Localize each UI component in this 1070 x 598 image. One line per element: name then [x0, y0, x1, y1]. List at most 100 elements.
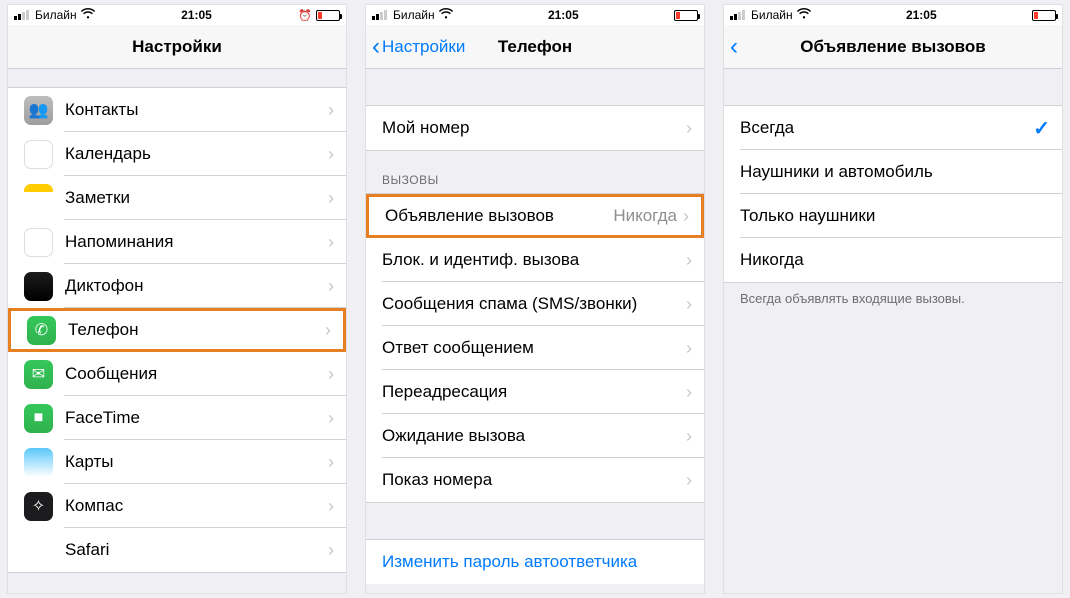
wifi-icon	[797, 8, 811, 22]
status-bar: Билайн 21:05 ⏰	[8, 5, 346, 25]
settings-row-reminders[interactable]: Напоминания›	[8, 220, 346, 264]
back-button[interactable]: ‹ Настройки	[372, 25, 465, 68]
chevron-right-icon: ›	[686, 470, 692, 491]
wifi-icon	[81, 8, 95, 22]
check-icon: ✓	[1033, 116, 1050, 141]
battery-icon	[316, 10, 340, 21]
announce-option[interactable]: Никогда	[724, 238, 1062, 282]
row-label: Сообщения	[65, 364, 328, 384]
voicemail-link-label: Изменить пароль автоответчика	[382, 552, 637, 571]
row-label: Календарь	[65, 144, 328, 164]
my-number-group: Мой номер ›	[366, 105, 704, 151]
settings-row-compass[interactable]: ✧Компас›	[8, 484, 346, 528]
back-label: Настройки	[382, 37, 465, 57]
row-detail: Никогда	[613, 206, 677, 226]
page-title: Телефон	[498, 37, 572, 57]
battery-icon	[1032, 10, 1056, 21]
screen-announce-calls: Билайн 21:05 ‹ Объявление вызовов Всегда…	[723, 4, 1063, 594]
calls-row[interactable]: Объявление вызововНикогда ›	[366, 194, 704, 238]
back-button[interactable]: ‹	[730, 25, 740, 68]
battery-icon	[674, 10, 698, 21]
status-bar: Билайн 21:05	[724, 5, 1062, 25]
announce-option[interactable]: Всегда✓	[724, 106, 1062, 150]
chevron-right-icon: ›	[328, 188, 334, 209]
carrier-label: Билайн	[751, 8, 793, 22]
signal-icon	[372, 10, 387, 20]
row-label: Сообщения спама (SMS/звонки)	[382, 294, 686, 314]
row-label: Переадресация	[382, 382, 686, 402]
chevron-right-icon: ›	[328, 452, 334, 473]
settings-row-messages[interactable]: ✉︎Сообщения›	[8, 352, 346, 396]
calls-row[interactable]: Ожидание вызова›	[366, 414, 704, 458]
nav-bar: ‹ Объявление вызовов	[724, 25, 1062, 69]
settings-list: 👥Контакты›Календарь›Заметки›Напоминания›…	[8, 87, 346, 573]
safari-icon: ✹	[24, 536, 53, 565]
change-voicemail-password-link[interactable]: Изменить пароль автоответчика	[366, 539, 704, 584]
status-bar: Билайн 21:05	[366, 5, 704, 25]
carrier-label: Билайн	[393, 8, 435, 22]
row-label: Контакты	[65, 100, 328, 120]
status-time: 21:05	[906, 8, 937, 22]
voice-icon	[24, 272, 53, 301]
calls-row[interactable]: Переадресация›	[366, 370, 704, 414]
status-time: 21:05	[548, 8, 579, 22]
announce-option[interactable]: Только наушники	[724, 194, 1062, 238]
option-label: Никогда	[740, 250, 1050, 270]
chevron-right-icon: ›	[683, 206, 689, 227]
nav-bar: ‹ Настройки Телефон	[366, 25, 704, 69]
screen-settings: Билайн 21:05 ⏰ Настройки 👥Контакты›Кален…	[7, 4, 347, 594]
chevron-right-icon: ›	[325, 320, 331, 341]
row-label: Телефон	[68, 320, 325, 340]
settings-row-safari[interactable]: ✹Safari›	[8, 528, 346, 572]
row-label: Блок. и идентиф. вызова	[382, 250, 686, 270]
notes-icon	[24, 184, 53, 213]
calendar-icon	[24, 140, 53, 169]
row-label: Ответ сообщением	[382, 338, 686, 358]
page-title: Объявление вызовов	[800, 37, 985, 57]
row-label: Напоминания	[65, 232, 328, 252]
nav-bar: Настройки	[8, 25, 346, 69]
calls-row[interactable]: Ответ сообщением›	[366, 326, 704, 370]
reminders-icon	[24, 228, 53, 257]
row-label: Показ номера	[382, 470, 686, 490]
settings-row-facetime[interactable]: ■FaceTime›	[8, 396, 346, 440]
screen-phone-settings: Билайн 21:05 ‹ Настройки Телефон Мой ном…	[365, 4, 705, 594]
settings-row-calendar[interactable]: Календарь›	[8, 132, 346, 176]
settings-row-notes[interactable]: Заметки›	[8, 176, 346, 220]
row-label: Объявление вызовов	[385, 206, 613, 226]
page-title: Настройки	[132, 37, 222, 57]
settings-row-contacts[interactable]: 👥 Контакты›	[8, 88, 346, 132]
calls-list: Объявление вызововНикогда › Блок. и иденти…	[366, 193, 704, 503]
chevron-right-icon: ›	[328, 232, 334, 253]
chevron-right-icon: ›	[328, 100, 334, 121]
phone-icon: ✆	[27, 316, 56, 345]
settings-row-voice[interactable]: Диктофон›	[8, 264, 346, 308]
chevron-right-icon: ›	[328, 364, 334, 385]
announce-option[interactable]: Наушники и автомобиль	[724, 150, 1062, 194]
facetime-icon: ■	[24, 404, 53, 433]
my-number-row[interactable]: Мой номер ›	[366, 106, 704, 150]
chevron-right-icon: ›	[328, 144, 334, 165]
row-label: Карты	[65, 452, 328, 472]
chevron-right-icon: ›	[686, 382, 692, 403]
row-label: Safari	[65, 540, 328, 560]
row-label: Ожидание вызова	[382, 426, 686, 446]
signal-icon	[730, 10, 745, 20]
chevron-right-icon: ›	[328, 408, 334, 429]
option-label: Наушники и автомобиль	[740, 162, 1050, 182]
chevron-left-icon: ‹	[372, 35, 380, 59]
carrier-label: Билайн	[35, 8, 77, 22]
chevron-right-icon: ›	[686, 338, 692, 359]
chevron-right-icon: ›	[686, 426, 692, 447]
alarm-icon: ⏰	[298, 9, 312, 22]
signal-icon	[14, 10, 29, 20]
calls-row[interactable]: Сообщения спама (SMS/звонки)›	[366, 282, 704, 326]
calls-row[interactable]: Блок. и идентиф. вызова›	[366, 238, 704, 282]
settings-row-maps[interactable]: Карты›	[8, 440, 346, 484]
wifi-icon	[439, 8, 453, 22]
announce-options-list: Всегда✓ Наушники и автомобиль Только наушн…	[724, 105, 1062, 283]
contacts-icon: 👥	[24, 96, 53, 125]
settings-row-phone[interactable]: ✆ Телефон›	[8, 308, 346, 352]
calls-row[interactable]: Показ номера›	[366, 458, 704, 502]
option-label: Только наушники	[740, 206, 1050, 226]
